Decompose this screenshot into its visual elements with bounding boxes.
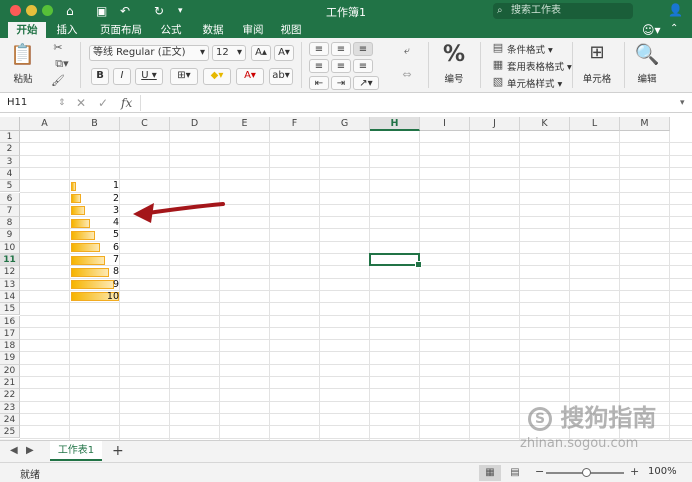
table-format-label: 套用表格格式 xyxy=(507,62,565,73)
align-left-icon[interactable]: ≡ xyxy=(309,59,329,73)
percent-icon[interactable]: % xyxy=(440,42,468,67)
insert-function-icon[interactable]: fx xyxy=(121,95,132,111)
font-color-label: A xyxy=(244,70,251,81)
collapse-ribbon-icon[interactable]: ⌃ xyxy=(670,23,678,34)
tab-view[interactable]: 视图 xyxy=(274,22,308,38)
decrease-font-icon[interactable]: A▾ xyxy=(274,45,294,61)
page-layout-view-icon[interactable]: ▤ xyxy=(504,465,526,481)
merge-cells-icon[interactable]: ⇔ xyxy=(398,68,416,82)
tab-review[interactable]: 审阅 xyxy=(236,22,270,38)
separator xyxy=(572,42,573,88)
zoom-level: 100% xyxy=(648,466,677,477)
watermark-url: zhinan.sogou.com xyxy=(520,436,639,451)
watermark-brand: 搜狗指南 xyxy=(560,404,657,432)
increase-indent-icon[interactable]: ⇥ xyxy=(331,76,351,90)
next-sheet-icon[interactable]: ▶ xyxy=(26,445,34,456)
formula-input[interactable] xyxy=(140,95,680,111)
wrap-text-icon[interactable]: ⤶ xyxy=(398,44,416,58)
tab-page-layout[interactable]: 页面布局 xyxy=(92,22,150,38)
ribbon-home: 📋 粘贴 ✂ ⧉▾ 🖌 等线 Regular (正文) ▾ 12 ▾ A▴ A▾… xyxy=(0,38,692,93)
align-center-icon[interactable]: ≡ xyxy=(331,59,351,73)
italic-button[interactable]: I xyxy=(113,68,131,85)
zoom-out-icon[interactable]: − xyxy=(535,465,544,478)
tab-home[interactable]: 开始 xyxy=(8,22,46,38)
status-bar: 就绪 ▦ ▤ − + 100% xyxy=(0,462,692,482)
sogou-logo-icon: S xyxy=(528,407,552,431)
cells-icon[interactable]: ⊞ xyxy=(583,42,611,63)
font-name-select[interactable]: 等线 Regular (正文) ▾ xyxy=(89,45,209,61)
sheet-tab-1[interactable]: 工作表1 xyxy=(50,441,102,461)
separator xyxy=(428,42,429,88)
watermark-logo: S 搜狗指南 xyxy=(528,398,656,433)
decrease-indent-icon[interactable]: ⇤ xyxy=(309,76,329,90)
format-painter-icon[interactable]: 🖌 xyxy=(51,74,65,88)
align-top-icon[interactable]: ≡ xyxy=(309,42,329,56)
feedback-smile-icon[interactable]: ☺▾ xyxy=(642,23,661,37)
copy-icon[interactable]: ⧉▾ xyxy=(51,57,73,71)
paste-label: 粘贴 xyxy=(13,74,33,85)
find-icon[interactable]: 🔍 xyxy=(632,42,662,66)
fill-color-icon[interactable]: ◆▾ xyxy=(203,68,231,85)
font-size-select[interactable]: 12 ▾ xyxy=(212,45,246,61)
align-middle-icon[interactable]: ≡ xyxy=(331,42,351,56)
arrow-shaft xyxy=(146,202,225,215)
annotation-arrow xyxy=(133,202,225,223)
underline-label: U xyxy=(141,70,149,81)
cells-label: 单元格 xyxy=(582,74,612,85)
search-sheet-input[interactable]: ⌕ 搜索工作表 xyxy=(493,3,633,19)
name-box[interactable]: H11 xyxy=(4,95,66,111)
align-bottom-icon[interactable]: ≡ xyxy=(353,42,373,56)
title-bar: ⌂ ▣ ↶ ↻ ▾ 工作簿1 ⌕ 搜索工作表 👤 xyxy=(0,0,692,22)
ribbon-tabs: 开始 插入 页面布局 公式 数据 审阅 视图 ☺▾ ⌃ xyxy=(0,22,692,38)
separator xyxy=(624,42,625,88)
normal-view-icon[interactable]: ▦ xyxy=(479,465,501,481)
underline-button[interactable]: U ▾ xyxy=(135,68,163,85)
font-name-value: 等线 Regular (正文) xyxy=(93,47,186,58)
search-placeholder: 搜索工作表 xyxy=(511,5,561,16)
font-color-button[interactable]: A▾ xyxy=(236,68,264,85)
font-size-value: 12 xyxy=(216,47,229,58)
bold-button[interactable]: B xyxy=(91,68,109,85)
separator xyxy=(80,42,81,88)
conditional-format-button[interactable]: 条件格式 ▾ xyxy=(507,42,553,56)
arrow-head xyxy=(133,203,154,223)
cell-style-label: 单元格样式 xyxy=(507,79,555,90)
increase-font-icon[interactable]: A▴ xyxy=(251,45,271,61)
name-box-chevron-icon[interactable]: ⇕ xyxy=(58,95,66,111)
chevron-down-icon: ▾ xyxy=(199,47,205,58)
tab-formulas[interactable]: 公式 xyxy=(154,22,188,38)
status-ready: 就绪 xyxy=(20,470,40,481)
borders-icon[interactable]: ⊞▾ xyxy=(170,68,198,85)
conditional-format-label: 条件格式 xyxy=(507,45,546,56)
cell-style-button[interactable]: 单元格样式 ▾ xyxy=(507,76,562,90)
cancel-icon[interactable]: ✕ xyxy=(76,95,86,111)
formula-bar: H11 ⇕ ✕ ✓ fx ▾ xyxy=(0,93,692,113)
editing-label: 编辑 xyxy=(637,74,657,85)
cut-icon[interactable]: ✂ xyxy=(51,41,65,55)
zoom-in-icon[interactable]: + xyxy=(630,465,639,478)
phonetic-icon[interactable]: ab▾ xyxy=(269,68,293,85)
chevron-down-icon: ▾ xyxy=(236,47,242,58)
align-right-icon[interactable]: ≡ xyxy=(353,59,373,73)
table-format-icon: ▦ xyxy=(492,58,504,71)
expand-formula-icon[interactable]: ▾ xyxy=(680,95,685,111)
orientation-icon[interactable]: ↗▾ xyxy=(353,76,379,90)
conditional-format-icon: ▤ xyxy=(492,41,504,54)
add-sheet-icon[interactable]: + xyxy=(112,443,124,459)
tab-insert[interactable]: 插入 xyxy=(50,22,84,38)
share-user-icon[interactable]: 👤 xyxy=(668,3,683,17)
paste-icon[interactable]: 📋 xyxy=(10,42,35,66)
search-icon: ⌕ xyxy=(497,5,503,16)
enter-icon[interactable]: ✓ xyxy=(98,95,108,111)
separator xyxy=(480,42,481,88)
cell-style-icon: ▧ xyxy=(492,75,504,88)
tab-data[interactable]: 数据 xyxy=(196,22,230,38)
table-format-button[interactable]: 套用表格格式 ▾ xyxy=(507,59,572,73)
prev-sheet-icon[interactable]: ◀ xyxy=(10,445,18,456)
spreadsheet-grid[interactable]: A B C D E F G H I J K L M 1 2 3 4 5 6 7 8 9 10 11 12 13 14 15 16 17 18… xyxy=(0,117,692,440)
number-label: 编号 xyxy=(444,74,464,85)
zoom-slider-handle[interactable] xyxy=(582,468,591,477)
separator xyxy=(301,42,302,88)
